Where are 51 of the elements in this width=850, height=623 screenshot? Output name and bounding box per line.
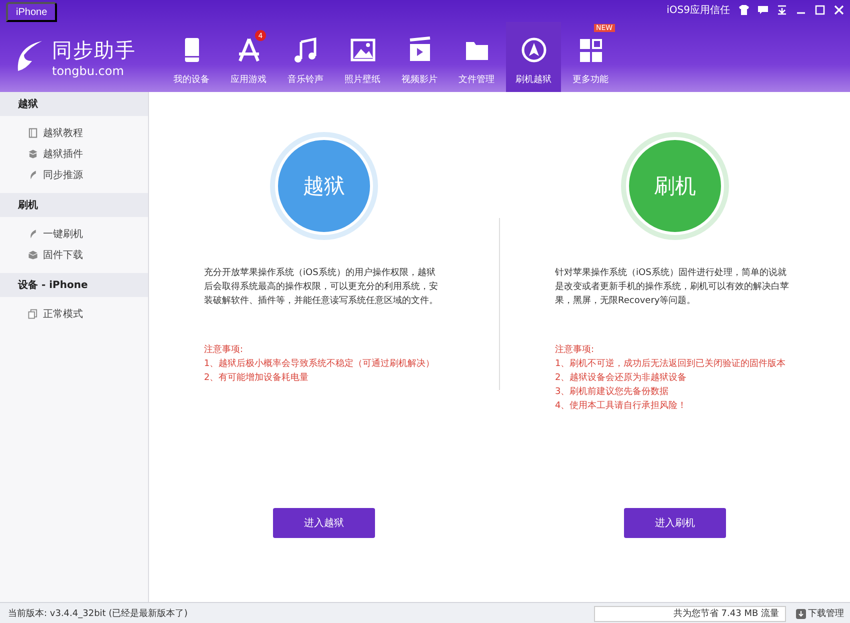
- feature-title: 越狱: [303, 173, 345, 200]
- notes-title: 注意事项:: [555, 344, 596, 357]
- sidebar-item[interactable]: 固件下载: [0, 244, 148, 265]
- logo-title: 同步助手: [52, 36, 136, 64]
- section-header: 刷机: [0, 193, 148, 217]
- version-text: 当前版本: v3.4.4_32bit (已经是最新版本了): [8, 608, 189, 620]
- logo-subtitle: tongbu.com: [52, 64, 125, 78]
- sidebar-item[interactable]: 越狱教程: [0, 122, 148, 143]
- section-header: 设备 - iPhone: [0, 273, 148, 297]
- note-item: 2、越狱设备会还原为非越狱设备: [555, 372, 688, 385]
- download-manager-button[interactable]: 下载管理: [790, 606, 850, 621]
- nav-tab[interactable]: 音乐铃声: [278, 22, 333, 92]
- enter-button[interactable]: 进入越狱: [273, 508, 375, 538]
- nav-icon: [292, 36, 320, 64]
- note-item: 1、越狱后极小概率会导致系统不稳定（可通过刷机解决）: [204, 358, 436, 371]
- traffic-saved: 共为您节省 7.43 MB 流量: [594, 606, 786, 622]
- shirt-icon[interactable]: [739, 5, 749, 15]
- nav-icon: [348, 36, 376, 64]
- message-icon[interactable]: [758, 5, 768, 15]
- note-item: 2、有可能增加设备耗电量: [204, 372, 310, 385]
- maximize-icon[interactable]: [815, 5, 825, 15]
- description: 充分开放苹果操作系统（iOS系统）的用户操作权限，越狱后会取得系统最高的操作权限，可以更充分的利用系统，安装破解软件、插件等，并能任意读写系统任意区域的文件。: [204, 266, 439, 308]
- close-icon[interactable]: [834, 5, 844, 15]
- item-icon: [28, 128, 38, 138]
- download-icon[interactable]: [777, 5, 787, 15]
- description: 针对苹果操作系统（iOS系统）固件进行处理，简单的说就是改变或者更新手机的操作系统，刷机可以有效的解决白苹果，黑屏，无限Recovery等问题。: [555, 266, 790, 308]
- nav-icon: [520, 36, 548, 64]
- sidebar-item[interactable]: 一键刷机: [0, 223, 148, 244]
- notes-title: 注意事项:: [204, 344, 244, 357]
- nav-tab[interactable]: 我的设备: [164, 22, 219, 92]
- sidebar-item[interactable]: 正常模式: [0, 303, 148, 324]
- sidebar-item[interactable]: 越狱插件: [0, 143, 148, 164]
- feature-title: 刷机: [654, 173, 696, 200]
- item-icon: [28, 308, 38, 318]
- nav-tab[interactable]: 文件管理: [449, 22, 504, 92]
- note-item: 1、刷机不可逆，成功后无法返回到已关闭验证的固件版本: [555, 358, 787, 371]
- item-icon: [28, 250, 38, 260]
- nav-tab[interactable]: 照片壁纸: [335, 22, 390, 92]
- enter-button[interactable]: 进入刷机: [624, 508, 726, 538]
- note-item: 4、使用本工具请自行承担风险！: [555, 400, 688, 413]
- device-tab[interactable]: iPhone: [6, 2, 58, 22]
- item-icon: [28, 170, 38, 180]
- item-icon: [28, 228, 38, 238]
- item-icon: [28, 148, 38, 158]
- download-icon: [796, 608, 806, 618]
- nav-tab[interactable]: 刷机越狱: [506, 22, 561, 92]
- nav-tab[interactable]: 视频影片: [392, 22, 447, 92]
- sidebar-item[interactable]: 同步推源: [0, 164, 148, 185]
- trust-link[interactable]: iOS9应用信任: [666, 3, 730, 17]
- note-item: 3、刷机前建议您先备份数据: [555, 386, 670, 399]
- section-header: 越狱: [0, 92, 148, 116]
